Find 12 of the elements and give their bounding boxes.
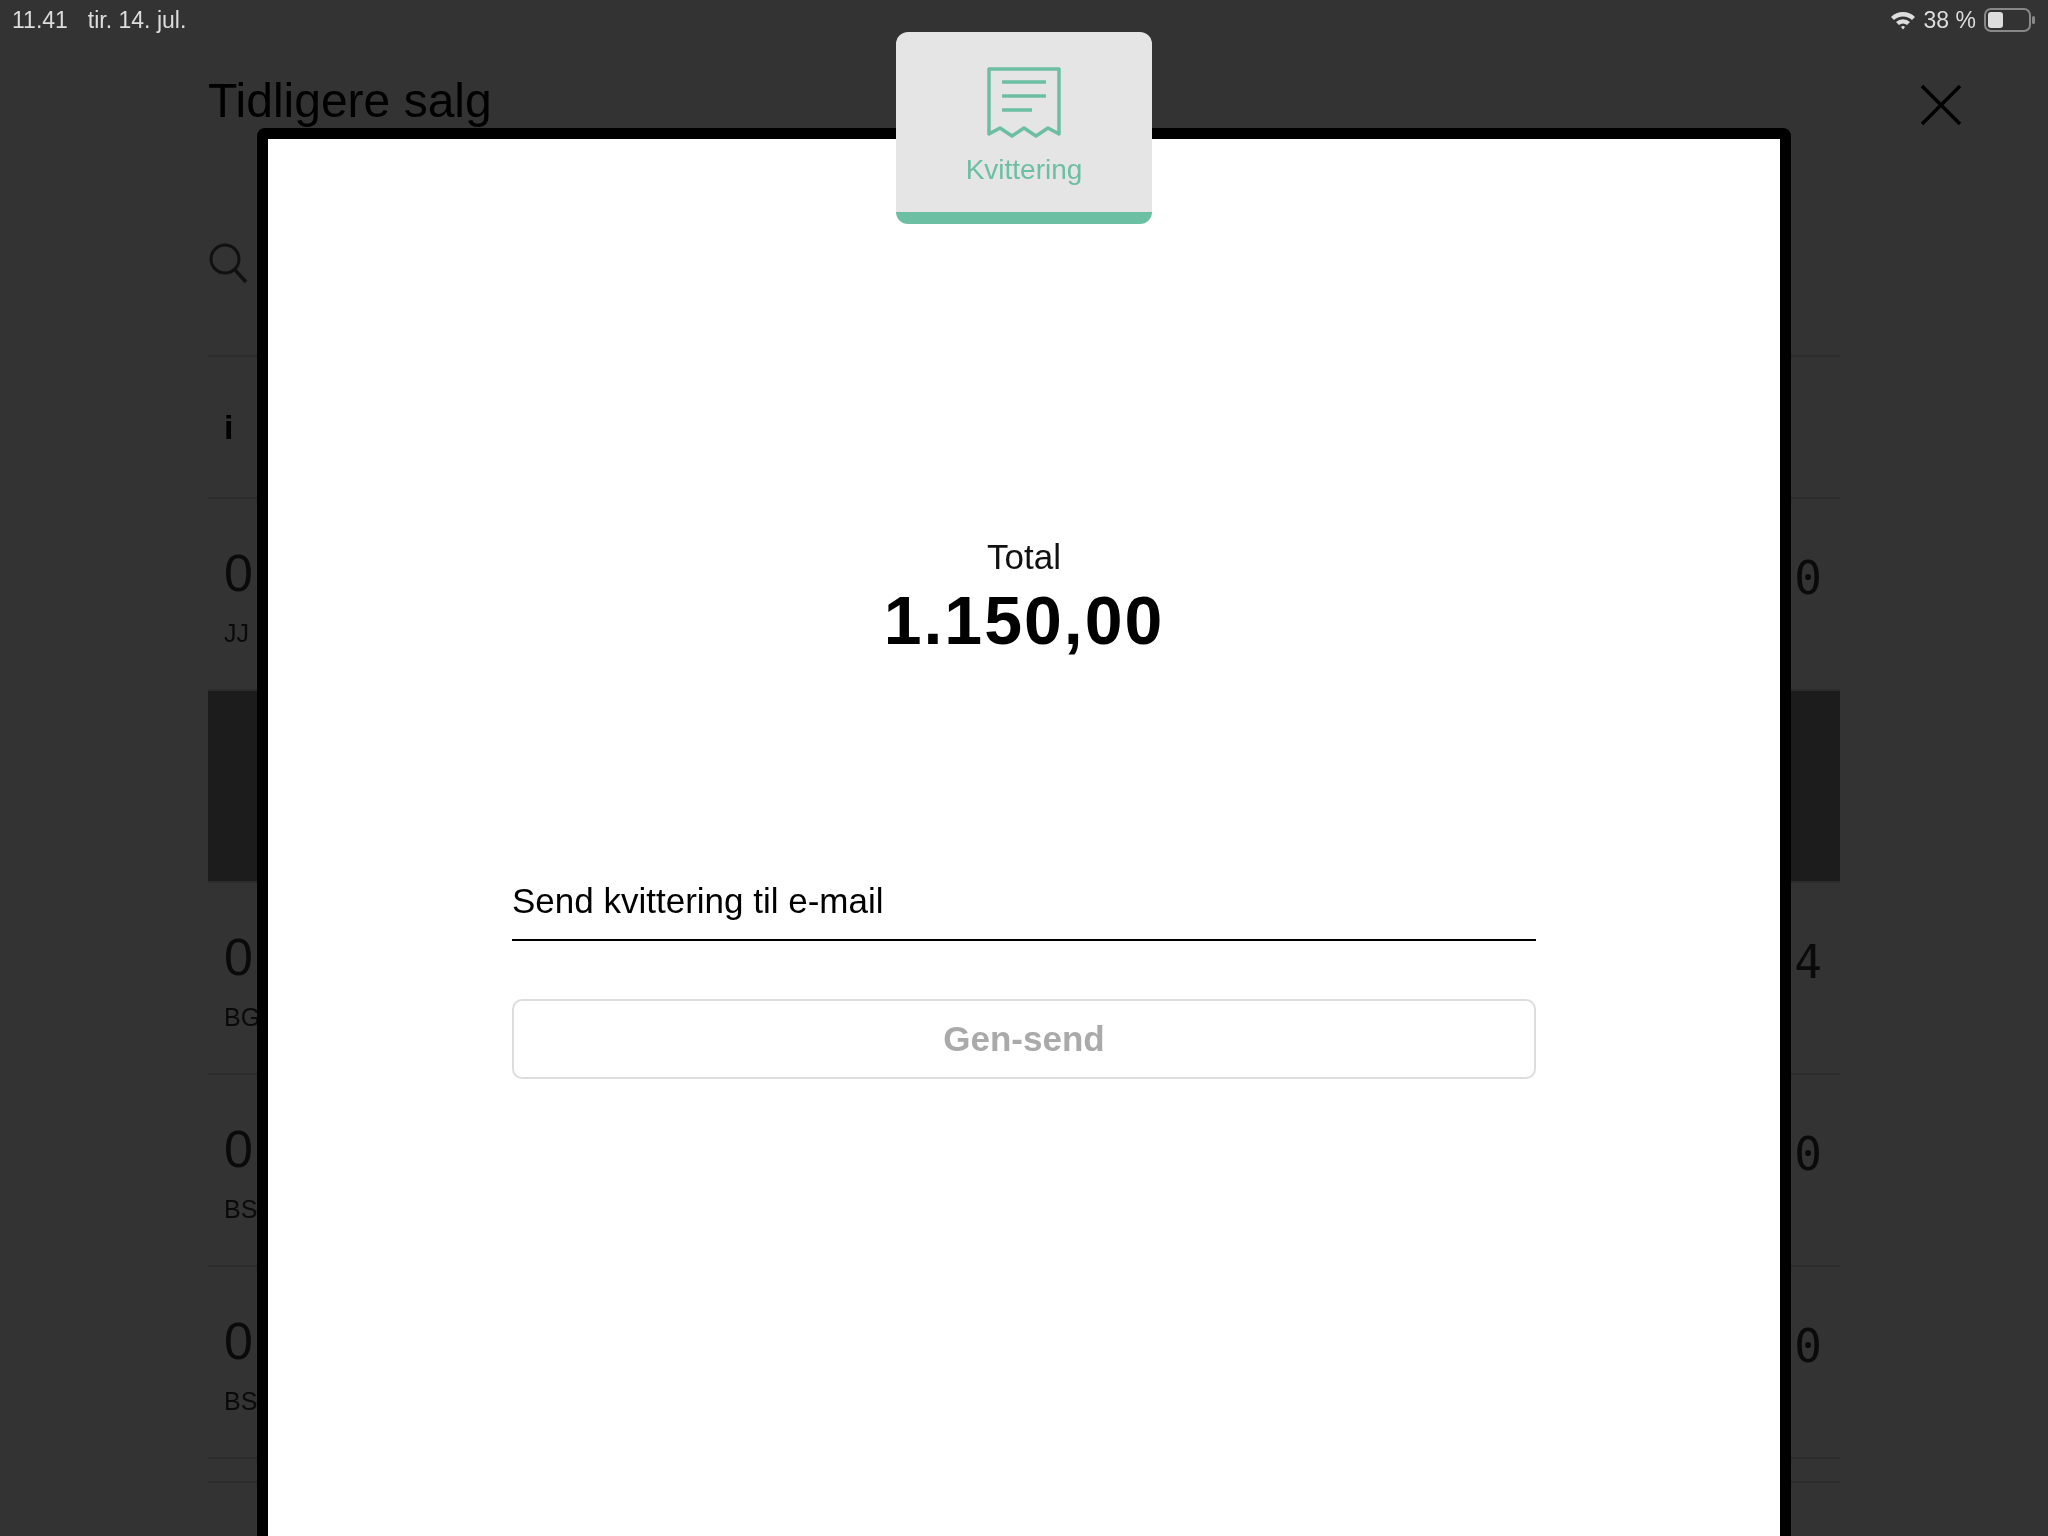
wifi-icon (1889, 10, 1916, 30)
total-amount: 1.150,00 (883, 581, 1165, 659)
close-icon[interactable] (1920, 84, 1962, 126)
battery-percent: 38 % (1923, 6, 1976, 34)
status-date: tir. 14. jul. (87, 6, 187, 34)
email-field[interactable]: Send kvittering til e-mail (512, 881, 1536, 941)
status-time: 11.41 (12, 6, 68, 34)
receipt-tab[interactable]: Kvittering (896, 32, 1152, 224)
total-label: Total (987, 537, 1061, 577)
search-icon[interactable] (208, 241, 248, 284)
receipt-icon (986, 66, 1062, 140)
battery-icon (1984, 8, 2036, 32)
